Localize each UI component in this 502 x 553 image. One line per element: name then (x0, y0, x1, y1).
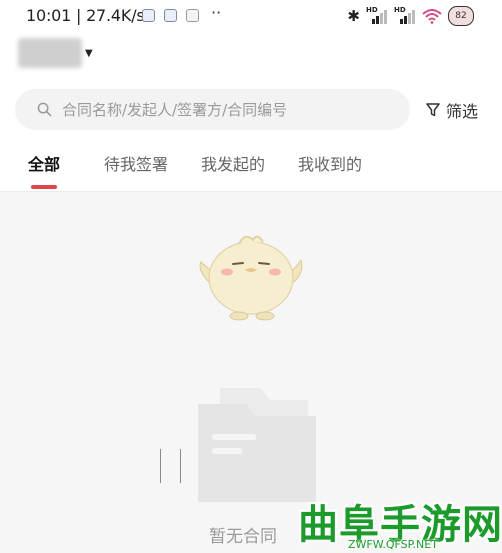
watermark-url: ZWFW.QFSP.NET (348, 538, 438, 551)
wifi-icon (422, 9, 442, 24)
notification-app-icon (186, 9, 199, 22)
search-input[interactable]: 合同名称/发起人/签署方/合同编号 (15, 89, 410, 130)
site-watermark: 曲阜手游网 ZWFW.QFSP.NET (290, 492, 502, 553)
empty-folder-icon (198, 388, 316, 502)
tab-bar: 全部 待我签署 我发起的 我收到的 (0, 140, 502, 192)
filter-icon (426, 103, 440, 117)
filter-label: 筛选 (446, 102, 479, 121)
caret-down-icon: ▼ (85, 47, 93, 59)
status-bar: 10:01 | 27.4K/s ·· ✱ HD HD 82 (0, 0, 502, 32)
active-tab-indicator (31, 185, 57, 189)
account-name-redacted (18, 38, 82, 68)
bluetooth-icon: ✱ (347, 7, 360, 25)
tab-all[interactable]: 全部 (28, 151, 60, 175)
screen: 10:01 | 27.4K/s ·· ✱ HD HD 82 ▼ 合同名称/发起人… (0, 0, 502, 553)
tab-pending-my-signature[interactable]: 待我签署 (104, 151, 168, 175)
cellular-signal-icon: HD (366, 6, 388, 25)
notification-app-icon (164, 9, 177, 22)
cellular-signal-icon: HD (394, 6, 416, 25)
text-cursor (180, 449, 181, 483)
text-cursor (160, 449, 161, 483)
tab-initiated-by-me[interactable]: 我发起的 (201, 151, 265, 175)
empty-state-text: 暂无合同 (209, 527, 277, 547)
filter-button[interactable]: 筛选 (425, 98, 478, 122)
mascot-chick-illustration (199, 235, 303, 321)
notification-app-icon (142, 9, 155, 22)
search-icon (37, 102, 52, 117)
more-notifications-icon: ·· (211, 3, 222, 22)
status-indicators: ✱ HD HD 82 (347, 6, 474, 26)
status-time: 10:01 | 27.4K/s (26, 6, 145, 25)
search-placeholder: 合同名称/发起人/签署方/合同编号 (62, 101, 288, 119)
battery-icon: 82 (448, 6, 474, 26)
tab-received-by-me[interactable]: 我收到的 (298, 151, 362, 175)
account-switcher[interactable]: ▼ (18, 36, 93, 70)
